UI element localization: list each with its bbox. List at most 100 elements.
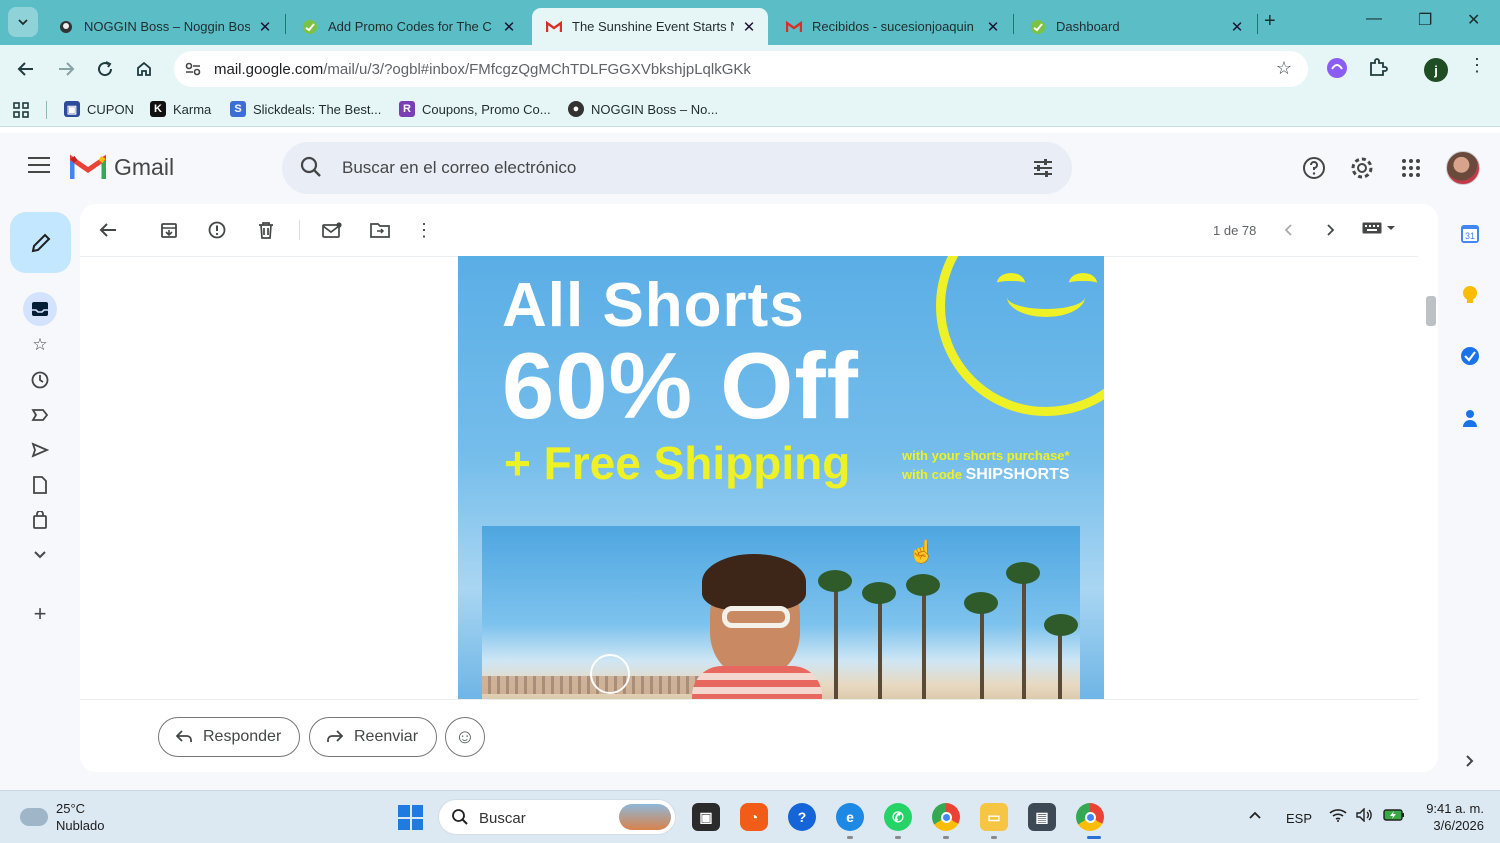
newer-chevron-left-icon[interactable] (1276, 218, 1300, 242)
browser-tab[interactable]: Recibidos - sucesionjoaquin ✕ (772, 8, 1012, 45)
battery-charging-icon[interactable] (1383, 808, 1405, 825)
restore-window-icon[interactable]: ❐ (1418, 10, 1432, 30)
mark-unread-icon[interactable] (320, 218, 344, 242)
browser-tab[interactable]: Add Promo Codes for The C ✕ (288, 8, 528, 45)
create-label-plus-icon[interactable]: + (26, 600, 54, 628)
browser-menu-icon[interactable]: ⋮ (1468, 55, 1486, 76)
active-indicator (1087, 836, 1101, 839)
tab-search-button[interactable] (8, 7, 38, 37)
extension-icon[interactable] (1326, 57, 1348, 82)
site-info-icon[interactable] (184, 60, 202, 81)
promo-headline: All Shorts (502, 271, 805, 340)
settings-gear-icon[interactable] (1349, 155, 1375, 181)
address-bar[interactable]: mail.google.com/mail/u/3/?ogbl#inbox/FMf… (174, 51, 1308, 87)
compose-button[interactable] (10, 212, 71, 273)
close-tab-icon[interactable]: ✕ (740, 18, 758, 36)
search-options-icon[interactable] (1032, 157, 1054, 182)
app-orange-icon[interactable]: ◔ (740, 803, 768, 831)
palm-tree-frond (964, 592, 998, 614)
archive-icon[interactable] (157, 218, 181, 242)
home-icon[interactable] (132, 57, 156, 81)
move-to-folder-icon[interactable] (368, 218, 392, 242)
expand-side-panel-chevron-icon[interactable] (1458, 749, 1482, 773)
apps-grid-icon[interactable] (12, 101, 30, 119)
close-tab-icon[interactable]: ✕ (1228, 18, 1246, 36)
emoji-reaction-icon[interactable]: ☺ (445, 717, 485, 757)
promo-email-image: All Shorts 60% Off + Free Shipping with … (458, 256, 1104, 699)
account-avatar[interactable] (1446, 151, 1480, 185)
gmail-logo[interactable]: Gmail (70, 153, 174, 181)
taskbar-search[interactable]: Buscar (438, 799, 676, 835)
mail-search-bar[interactable]: Buscar en el correo electrónico (282, 142, 1072, 194)
back-icon[interactable] (14, 57, 38, 81)
close-tab-icon[interactable]: ✕ (256, 18, 274, 36)
search-highlight-image (619, 804, 671, 830)
browser-tab-active[interactable]: The Sunshine Event Starts N ✕ (532, 8, 768, 45)
browser-tab[interactable]: NOGGIN Boss – Noggin Bos ✕ (44, 8, 284, 45)
message-scrollbar[interactable] (1426, 296, 1436, 326)
search-input[interactable]: Buscar en el correo electrónico (342, 158, 576, 178)
browser-profile-avatar[interactable]: j (1424, 58, 1448, 82)
task-view-icon[interactable]: ▣ (692, 803, 720, 831)
bookmark-star-icon[interactable]: ☆ (1276, 58, 1292, 79)
new-tab-button[interactable]: + (1264, 10, 1276, 33)
delete-trash-icon[interactable] (254, 218, 278, 242)
minimize-window-icon[interactable]: — (1366, 10, 1382, 28)
bookmark-item[interactable]: S Slickdeals: The Best... (230, 101, 381, 117)
chrome-profile-icon[interactable] (932, 803, 960, 831)
show-hidden-icons-chevron-icon[interactable] (1248, 808, 1262, 823)
back-to-inbox-icon[interactable] (96, 218, 120, 242)
bookmark-item[interactable]: ● NOGGIN Boss – No... (568, 101, 718, 117)
reply-button[interactable]: Responder (158, 717, 301, 757)
get-help-icon[interactable]: ? (788, 803, 816, 831)
extensions-puzzle-icon[interactable] (1368, 57, 1388, 80)
google-calendar-icon[interactable]: 31 (1458, 222, 1482, 246)
google-apps-icon[interactable] (1398, 155, 1424, 181)
edge-browser-icon[interactable]: e (836, 803, 864, 831)
close-window-icon[interactable]: ✕ (1467, 10, 1480, 30)
purchases-bag-icon[interactable] (26, 506, 54, 534)
drafts-icon[interactable] (26, 471, 54, 499)
windows-start-icon[interactable] (398, 805, 423, 830)
google-tasks-icon[interactable] (1458, 344, 1482, 368)
system-clock[interactable]: 9:41 a. m. 3/6/2026 (1418, 800, 1484, 834)
older-chevron-right-icon[interactable] (1319, 218, 1343, 242)
close-tab-icon[interactable]: ✕ (984, 18, 1002, 36)
temperature: 25°C (56, 801, 86, 816)
weather-condition: Nublado (56, 818, 105, 833)
more-chevron-down-icon[interactable] (26, 541, 54, 569)
google-contacts-icon[interactable] (1458, 406, 1482, 430)
wifi-icon[interactable] (1329, 808, 1347, 825)
weather-widget[interactable]: 25°C Nublado (20, 800, 104, 834)
file-explorer-icon[interactable]: ▭ (980, 803, 1008, 831)
chrome-active-icon[interactable] (1076, 803, 1104, 831)
google-keep-icon[interactable] (1458, 283, 1482, 307)
whatsapp-icon[interactable]: ✆ (884, 803, 912, 831)
more-options-icon[interactable]: ⋮ (412, 218, 436, 242)
display-app-icon[interactable]: ▤ (1028, 803, 1056, 831)
input-tools-keyboard-icon[interactable] (1362, 222, 1396, 234)
browser-tab[interactable]: Dashboard ✕ (1016, 8, 1256, 45)
forward-icon[interactable] (54, 57, 78, 81)
important-label-icon[interactable] (26, 401, 54, 429)
help-icon[interactable] (1301, 155, 1327, 181)
main-menu-icon[interactable] (28, 157, 50, 178)
running-indicator (895, 836, 901, 839)
tab-title: Recibidos - sucesionjoaquin (812, 19, 974, 34)
volume-icon[interactable] (1356, 807, 1374, 825)
report-spam-icon[interactable] (205, 218, 229, 242)
search-icon[interactable] (300, 156, 322, 181)
forward-button[interactable]: Reenviar (309, 717, 438, 757)
inbox-icon[interactable] (23, 292, 57, 326)
snoozed-clock-icon[interactable] (26, 366, 54, 394)
gmail-favicon-icon (546, 19, 562, 35)
bookmark-item[interactable]: K Karma (150, 101, 211, 117)
gmail-favicon-icon (786, 19, 802, 35)
sent-icon[interactable] (26, 436, 54, 464)
bookmark-item[interactable]: R Coupons, Promo Co... (399, 101, 551, 117)
starred-icon[interactable]: ☆ (26, 331, 54, 359)
input-language[interactable]: ESP (1286, 811, 1312, 826)
reload-icon[interactable] (93, 57, 117, 81)
bookmark-item[interactable]: ▣ CUPON (64, 101, 134, 117)
close-tab-icon[interactable]: ✕ (500, 18, 518, 36)
